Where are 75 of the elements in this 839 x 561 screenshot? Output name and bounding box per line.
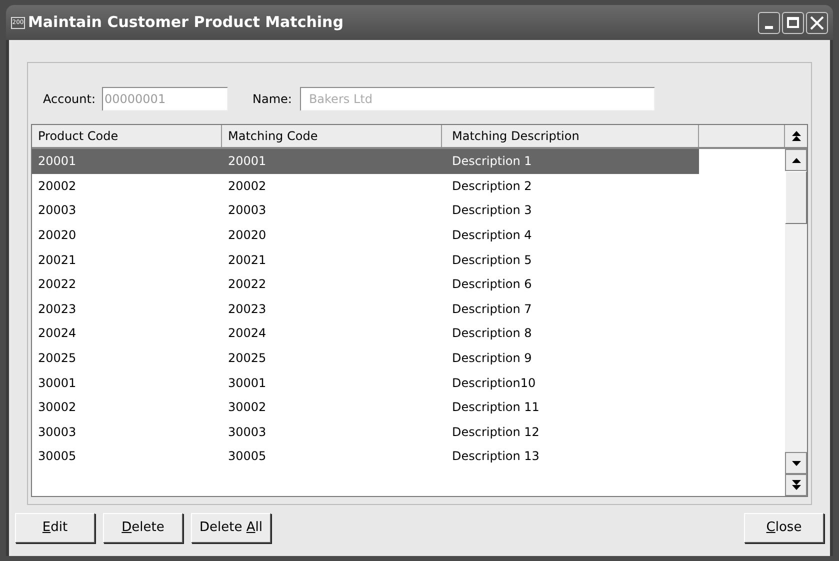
name-label: Name: (252, 91, 292, 108)
table-cell-text: 30001 (227, 374, 268, 392)
scroll-up-button[interactable] (785, 149, 807, 171)
table-cell-text: 20021 (227, 252, 268, 269)
table-row[interactable]: 20003 20003 Description 3 (32, 198, 785, 223)
table-cell-text: 30003 (227, 424, 268, 441)
table-cell-text: Description 13 (451, 448, 540, 466)
table-cell-text: Description 1 (451, 153, 533, 170)
table-row[interactable]: 20022 20022 Description 6 (32, 272, 785, 297)
close-icon (810, 16, 824, 30)
table-cell-text: Description 2 (451, 178, 533, 195)
action-button[interactable]: Close (744, 513, 824, 543)
close-button[interactable] (806, 12, 828, 34)
up-arrow-icon (792, 158, 800, 162)
minimize-button[interactable] (758, 12, 780, 34)
table-row[interactable]: 30002 30002 Description 11 (32, 394, 785, 420)
table-row[interactable]: 20001 20001 Description 1 (32, 149, 785, 174)
table-cell-text: Description 3 (451, 202, 533, 220)
double-down-arrow-icon (792, 480, 800, 490)
table-cell-text: 20022 (37, 276, 78, 294)
table-cell-text: 20020 (227, 227, 268, 244)
table-row[interactable]: 20025 20025 Description 9 (32, 346, 785, 370)
column-header[interactable]: Matching Code (222, 125, 442, 147)
table-cell-text: 30002 (37, 399, 78, 416)
account-label: Account: (43, 91, 96, 108)
table-row[interactable]: 20021 20021 Description 5 (32, 247, 785, 272)
table-row[interactable]: 20024 20024 Description 8 (32, 321, 785, 346)
window-title: Maintain Customer Product Matching (28, 12, 344, 34)
double-up-arrow-icon (792, 131, 800, 141)
table-cell-text: 20025 (227, 350, 268, 368)
table-cell-text: 30005 (227, 448, 268, 466)
table-row[interactable]: 20002 20002 Description 2 (32, 174, 785, 198)
down-arrow-icon (792, 460, 800, 466)
table-cell-text: Description 12 (451, 424, 540, 441)
table-row[interactable]: 20020 20020 Description 4 (32, 222, 785, 248)
table-cell-text: 30005 (37, 448, 78, 466)
table-row[interactable]: 30001 30001 Description10 (32, 370, 785, 395)
table-cell-text: 30003 (37, 424, 78, 441)
table-row[interactable]: 30005 30005 Description 13 (32, 444, 785, 469)
table-cell-text: 20023 (227, 300, 268, 318)
table-cell-text: 20002 (37, 178, 78, 195)
table-cell-text: 20001 (227, 153, 268, 170)
scrollbar[interactable] (785, 149, 807, 496)
table-cell-text: 20002 (227, 178, 268, 195)
table-cell-text: 20003 (37, 202, 78, 220)
table-row[interactable]: 30003 30003 Description 12 (32, 420, 785, 444)
table-cell-text: 20025 (37, 350, 78, 368)
table-cell-text: Description 5 (451, 252, 533, 269)
table-cell-text: 20024 (37, 325, 78, 342)
table-cell-text: 20001 (37, 153, 78, 170)
table-cell-text: 20020 (37, 227, 78, 244)
action-button[interactable]: Edit (15, 513, 95, 543)
table-cell-text: Description 9 (451, 350, 533, 368)
scroll-bottom-button[interactable] (785, 474, 807, 496)
action-button[interactable]: Delete (103, 513, 183, 543)
column-header[interactable]: Matching Description (442, 125, 699, 147)
action-button[interactable]: Delete All (191, 513, 271, 543)
table-cell-text: Description 4 (451, 227, 533, 244)
table-cell-text: Description 8 (451, 325, 533, 342)
column-header[interactable]: Product Code (32, 125, 222, 147)
table-cell-text: 20023 (37, 300, 78, 318)
scroll-down-button[interactable] (785, 452, 807, 474)
table-cell-text: Description 6 (451, 276, 533, 294)
table-row[interactable]: 20023 20023 Description 7 (32, 296, 785, 322)
scroll-thumb[interactable] (785, 171, 807, 224)
table-cell-text: 20024 (227, 325, 268, 342)
maximize-button[interactable] (782, 12, 804, 34)
table-cell-text: Description10 (451, 374, 537, 392)
table-cell-text: Description 11 (451, 399, 540, 416)
table-cell-text: 20022 (227, 276, 268, 294)
table-cell-text: 20021 (37, 252, 78, 269)
table-cell-text: 30002 (227, 399, 268, 416)
table-cell-text: 20003 (227, 202, 268, 220)
table-cell-text: 30001 (37, 374, 78, 392)
table-cell-text: Description 7 (451, 300, 533, 318)
